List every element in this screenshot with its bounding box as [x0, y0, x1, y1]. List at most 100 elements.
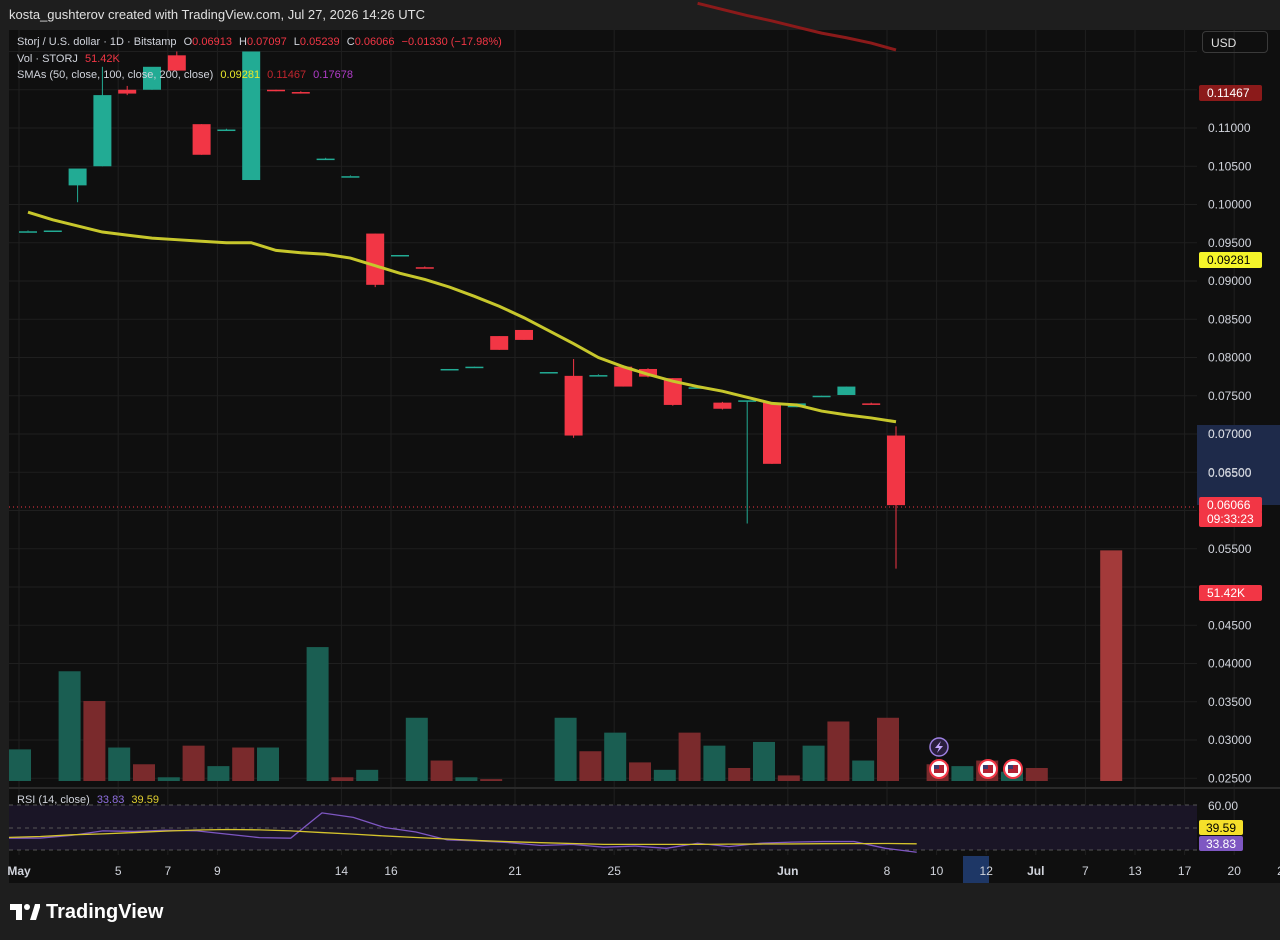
- time-tick-label: 16: [384, 864, 398, 878]
- time-tick-label: 17: [1178, 864, 1192, 878]
- time-tick-label: May: [7, 864, 31, 878]
- candle-body: [515, 329, 533, 340]
- time-tick-label: 8: [884, 864, 891, 878]
- rsi-pane: 60.00 39.59 33.83: [8, 787, 1280, 853]
- candle-body: [192, 124, 211, 155]
- volume-bar: [753, 741, 775, 781]
- legend-sma50-value: 0.09281: [220, 69, 261, 81]
- candle-body: [564, 375, 583, 436]
- us-flag-event-icon: [1003, 759, 1023, 779]
- candles: [19, 51, 905, 569]
- price-tick-label: 0.03000: [1208, 733, 1252, 747]
- time-tick-label: Jun: [777, 864, 798, 878]
- volume-bar: [9, 749, 31, 781]
- candle-body: [267, 89, 285, 92]
- volume-bar: [579, 751, 602, 781]
- time-tick-label: Jul: [1027, 864, 1044, 878]
- price-tick-label: 0.04000: [1208, 657, 1252, 671]
- legend-h-label: H: [239, 36, 247, 48]
- time-tick-label: 5: [115, 864, 122, 878]
- sma100-line: [697, 1, 897, 52]
- price-tick-label: 0.05500: [1208, 542, 1252, 556]
- candle-body: [217, 129, 236, 132]
- sma50-line: [27, 210, 897, 424]
- candle-body: [887, 435, 905, 506]
- volume-tag: 51.42K: [1199, 585, 1262, 601]
- sma50-price-tag: 0.09281: [1199, 252, 1262, 268]
- legend-o-label: O: [183, 36, 193, 48]
- legend-rsi: RSI (14, close) 33.83 39.59: [17, 794, 163, 806]
- legend-sma100-value: 0.11467: [267, 69, 307, 81]
- legend-close: 0.06066: [354, 36, 395, 48]
- rsi-tick-label: 60.00: [1208, 799, 1238, 813]
- volume-bar: [405, 717, 428, 781]
- legend-change: −0.01330 (−17.98%): [401, 36, 502, 48]
- rsi-value-tag: 33.83: [1206, 837, 1236, 851]
- sma50-price-tag-text: 0.09281: [1207, 253, 1251, 267]
- last-price-tag-text: 0.06066: [1207, 498, 1251, 512]
- volume-bar: [182, 745, 205, 781]
- candle-body: [713, 402, 732, 409]
- volume-bar: [207, 766, 230, 781]
- candle-body: [341, 176, 360, 178]
- price-tick-label: 0.07500: [1208, 389, 1252, 403]
- price-tick-label: 0.04500: [1208, 618, 1252, 632]
- candle-body: [738, 400, 757, 402]
- legend-rsi-ma-value: 39.59: [131, 794, 159, 806]
- volume-bar: [703, 745, 726, 781]
- volume-bar: [257, 747, 279, 781]
- candle-body: [465, 366, 484, 369]
- legend-open: 0.06913: [192, 36, 232, 48]
- sma100-price-tag: 0.11467: [1199, 85, 1262, 101]
- rsi-ma-tag: 39.59: [1206, 821, 1236, 835]
- currency-button[interactable]: USD: [1202, 31, 1268, 53]
- volume-bar: [356, 769, 379, 781]
- volume-bar: [728, 767, 751, 781]
- volume-bar: [951, 766, 974, 781]
- time-tick-label: 14: [335, 864, 349, 878]
- tradingview-logo-text: TradingView: [46, 900, 164, 923]
- volume-bar: [480, 779, 503, 781]
- time-axis-labels: May57914162125Jun81012Jul7131720222729Au…: [7, 856, 1280, 883]
- legend-rsi-value: 33.83: [96, 794, 125, 806]
- us-flag-event-icon: [929, 759, 949, 779]
- legend-sma: SMAs (50, close, 100, close, 200, close)…: [17, 69, 357, 81]
- candle-body: [589, 375, 608, 377]
- price-tick-label: 0.09000: [1208, 274, 1252, 288]
- volume-bar: [877, 717, 899, 781]
- time-tick-label: 7: [164, 864, 171, 878]
- price-tick-label: 0.10000: [1208, 198, 1252, 212]
- sma100-price-tag-text: 0.11467: [1207, 86, 1250, 100]
- volume-bar: [108, 747, 131, 781]
- price-tick-label: 0.10500: [1208, 159, 1252, 173]
- legend-high: 0.07097: [246, 36, 287, 48]
- volume-bar: [777, 775, 800, 781]
- price-tick-label: 0.08000: [1208, 351, 1252, 365]
- event-markers: [929, 737, 1023, 779]
- legend-volume-label: Vol · STORJ: [17, 53, 78, 65]
- price-tick-label: 0.11000: [1208, 121, 1251, 135]
- volume-bar: [827, 721, 850, 781]
- lightning-event-icon: [929, 737, 949, 757]
- legend-sma-label: SMAs (50, close, 100, close, 200, close): [17, 69, 214, 81]
- candle-body: [862, 403, 881, 405]
- legend-volume: Vol · STORJ 51.42K: [17, 53, 124, 65]
- legend-c-label: C: [346, 36, 355, 48]
- candle-body: [316, 158, 335, 161]
- price-tick-label: 0.02500: [1208, 771, 1252, 785]
- legend-l-label: L: [293, 36, 300, 48]
- legend-ohlc: Storj / U.S. dollar · 1D · Bitstamp O0.0…: [17, 36, 506, 48]
- candle-body: [366, 233, 385, 285]
- tradingview-logo[interactable]: TradingView: [10, 900, 163, 924]
- time-tick-label: 10: [930, 864, 944, 878]
- volume-bar: [83, 701, 106, 781]
- legend-sma200-value: 0.17678: [313, 69, 353, 81]
- chart-canvas[interactable]: 0.11000 0.10500 0.10000 0.09500 0.09000 0.085…: [0, 0, 1280, 883]
- volume-bars: [9, 550, 1123, 781]
- volume-bar: [232, 747, 255, 781]
- candle-body: [415, 267, 434, 269]
- footer: [0, 883, 1280, 940]
- countdown-tag: 09:33:23: [1199, 511, 1262, 527]
- time-tick-label: 21: [508, 864, 522, 878]
- candle-body: [391, 254, 409, 257]
